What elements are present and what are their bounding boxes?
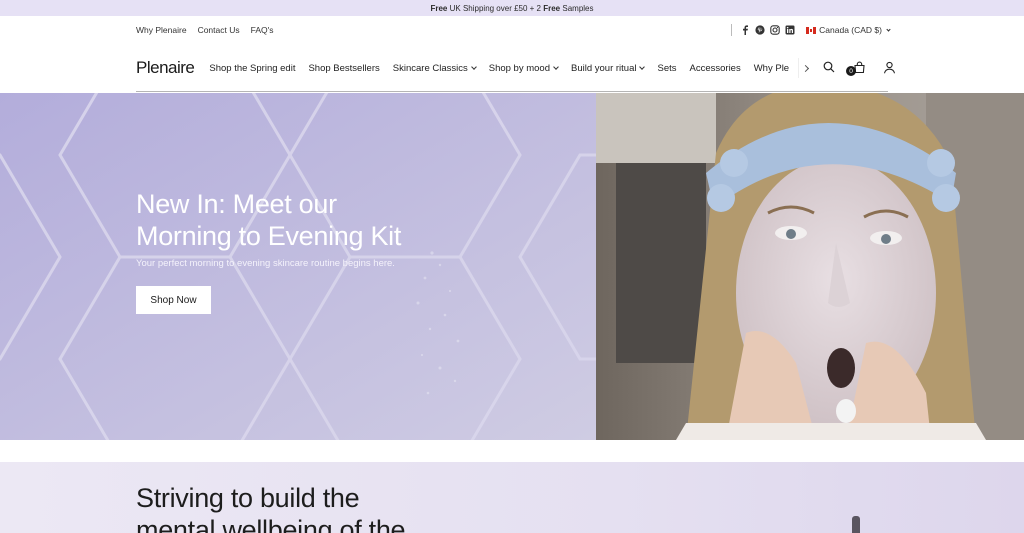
nav-item-label: Shop by mood — [488, 62, 550, 74]
mission-heading: Striving to build the mental wellbeing o… — [136, 482, 406, 533]
nav-menu: Shop the Spring edit Shop Bestsellers Sk… — [209, 63, 789, 74]
nav-item-spring-edit[interactable]: Shop the Spring edit — [209, 63, 295, 74]
nav-item-sets[interactable]: Sets — [657, 63, 676, 74]
announcement-bar: Free UK Shipping over £50 + 2 Free Sampl… — [0, 0, 1024, 16]
chevron-down-icon — [886, 26, 891, 32]
hero-photo-illustration — [596, 93, 1024, 440]
chevron-down-icon — [470, 64, 477, 70]
canada-flag-icon — [806, 26, 817, 34]
linkedin-icon[interactable] — [785, 25, 795, 35]
shop-now-button[interactable]: Shop Now — [136, 286, 211, 314]
utility-links: Why Plenaire Contact Us FAQ's — [136, 25, 274, 35]
hero-title: New In: Meet our Morning to Evening Kit — [136, 188, 401, 252]
pinterest-icon[interactable] — [755, 25, 765, 35]
nav-item-label: Why Plenaire — [753, 62, 790, 74]
nav-item-bestsellers[interactable]: Shop Bestsellers — [308, 63, 379, 74]
cart-icon[interactable]: 0 — [846, 60, 866, 76]
country-selector[interactable]: Canada (CAD $) — [806, 25, 891, 35]
mission-heading-line-2: mental wellbeing of the — [136, 515, 406, 533]
search-icon[interactable] — [822, 60, 836, 74]
hero-subtitle: Your perfect morning to evening skincare… — [136, 258, 395, 269]
nav-item-label: Skincare Classics — [392, 62, 468, 74]
hero-image-face-mask — [596, 93, 1024, 440]
utility-link-faqs[interactable]: FAQ's — [251, 25, 274, 35]
nav-item-label: Shop the Spring edit — [209, 62, 296, 74]
nav-item-label: Build your ritual — [571, 62, 637, 74]
utility-bar: Why Plenaire Contact Us FAQ's Canada (CA… — [0, 16, 1024, 44]
account-icon[interactable] — [882, 60, 896, 74]
facebook-icon[interactable] — [740, 25, 750, 35]
nav-item-label: Sets — [657, 62, 677, 74]
main-navigation: Plenaire Shop the Spring edit Shop Bests… — [0, 44, 1024, 92]
announcement-free-2: Free — [543, 3, 561, 13]
hero-content-panel: New In: Meet our Morning to Evening Kit … — [0, 93, 596, 440]
brand-logo[interactable]: Plenaire — [136, 58, 195, 78]
utility-divider — [731, 24, 733, 36]
instagram-icon[interactable] — [770, 25, 780, 35]
nav-item-accessories[interactable]: Accessories — [690, 63, 741, 74]
cart-count-badge: 0 — [846, 66, 856, 76]
nav-scroll-right-button[interactable] — [798, 58, 812, 78]
chevron-down-icon — [639, 64, 646, 70]
nav-divider — [136, 91, 888, 92]
utility-right: Canada (CAD $) — [731, 24, 891, 36]
nav-item-label: Shop Bestsellers — [308, 62, 380, 74]
utility-link-contact-us[interactable]: Contact Us — [198, 25, 240, 35]
nav-icons: 0 — [822, 60, 896, 76]
mission-section: Striving to build the mental wellbeing o… — [0, 462, 1024, 533]
nav-item-skincare-classics[interactable]: Skincare Classics — [392, 62, 477, 74]
nav-item-build-your-ritual[interactable]: Build your ritual — [571, 62, 646, 74]
decorative-figure — [852, 516, 860, 533]
nav-item-shop-by-mood[interactable]: Shop by mood — [488, 62, 559, 74]
announcement-free-1: Free — [430, 3, 448, 13]
hero-title-line-2: Morning to Evening Kit — [136, 221, 402, 251]
hero-title-line-1: New In: Meet our — [136, 189, 337, 219]
announcement-text-1: UK Shipping over £50 + 2 — [447, 3, 544, 13]
utility-link-why-plenaire[interactable]: Why Plenaire — [136, 25, 187, 35]
announcement-text-2: Samples — [560, 3, 594, 13]
chevron-right-icon — [801, 64, 810, 72]
mission-heading-line-1: Striving to build the — [136, 483, 360, 513]
nav-item-why-plenaire[interactable]: Why Plenaire — [754, 63, 790, 74]
hero-banner: New In: Meet our Morning to Evening Kit … — [0, 93, 1024, 440]
nav-item-label: Accessories — [689, 62, 741, 74]
country-label: Canada (CAD $) — [819, 25, 882, 35]
chevron-down-icon — [553, 64, 559, 70]
